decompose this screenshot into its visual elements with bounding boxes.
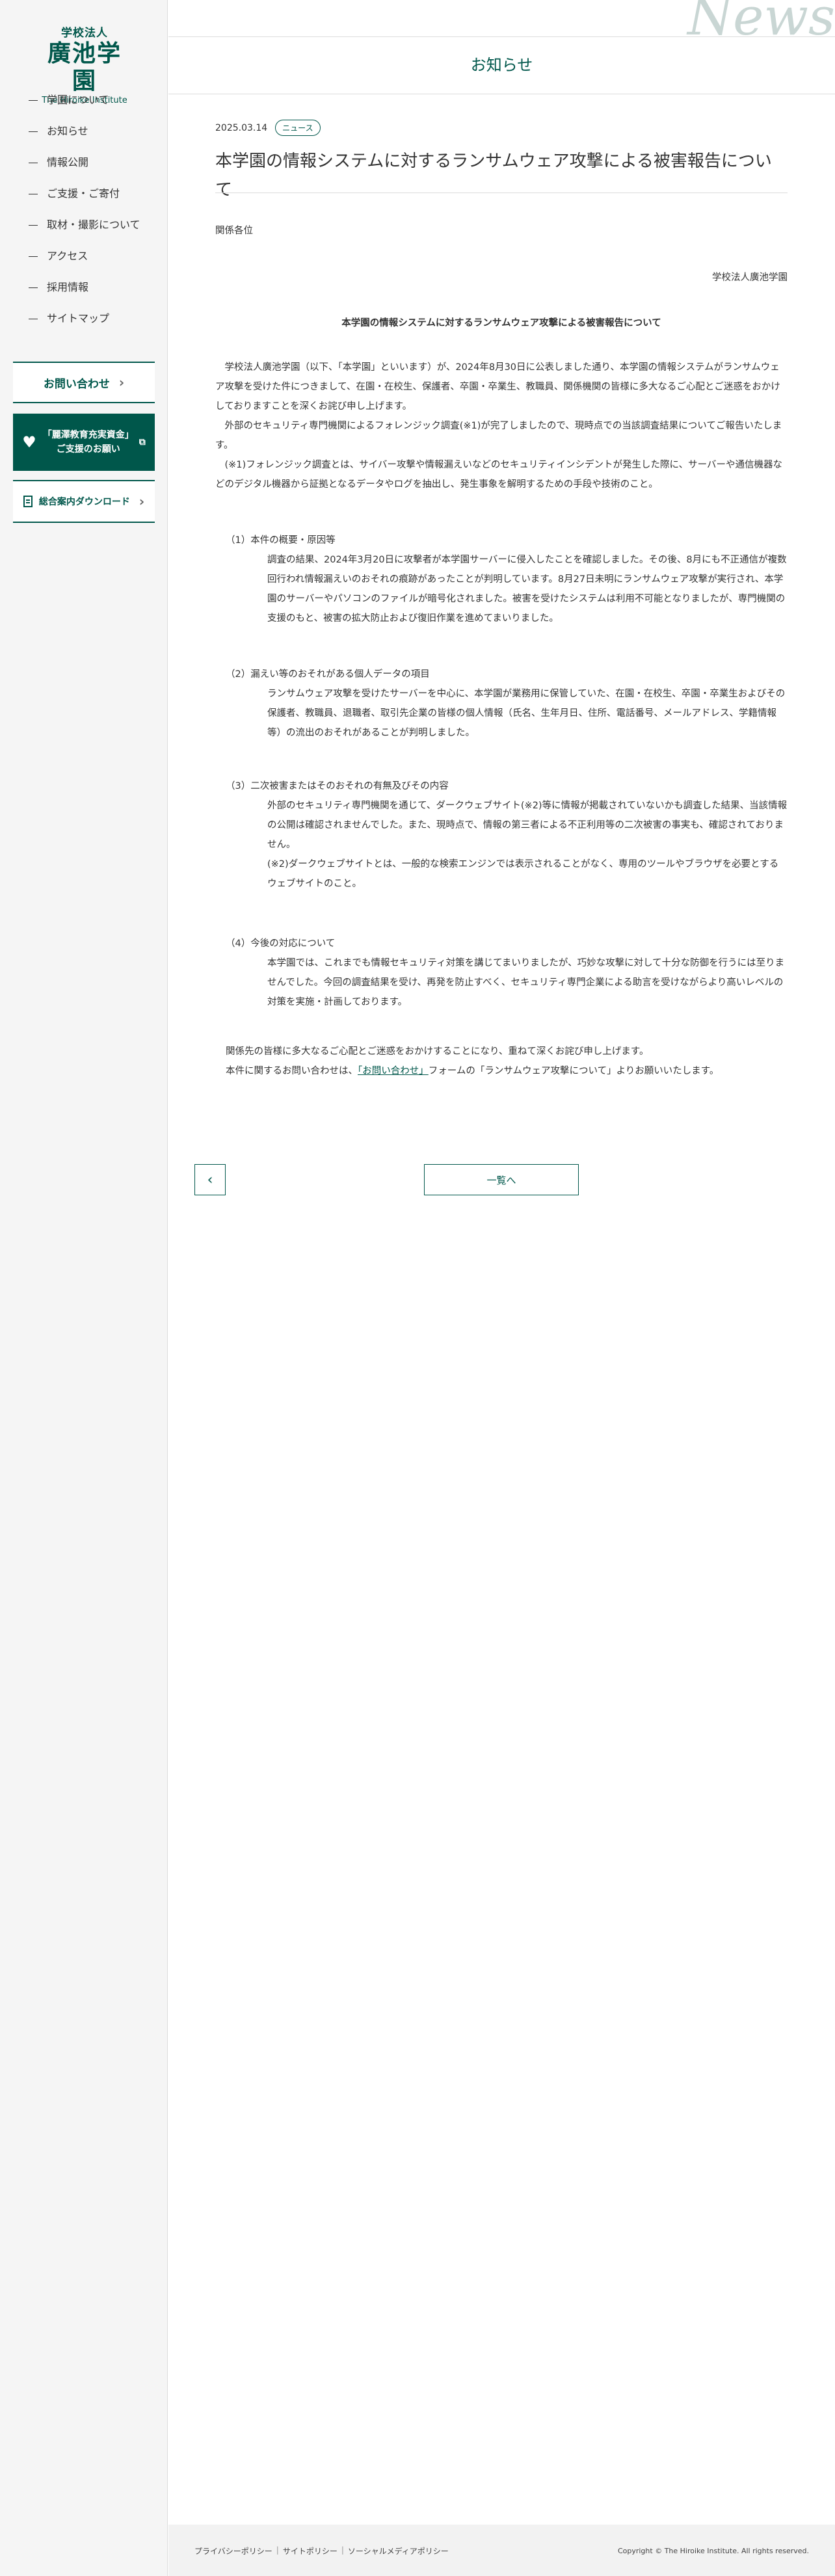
footer-separator: |	[341, 2545, 344, 2555]
download-brochure-button[interactable]: 総合案内ダウンロード ›	[13, 480, 155, 523]
section-overview: （1）本件の概要・原因等 調査の結果、2024年3月20日に攻撃者が本学園サーバ…	[226, 531, 788, 628]
back-to-list-button[interactable]: 一覧へ	[424, 1164, 579, 1195]
intro-paragraph: 外部のセキュリティ専門機関によるフォレンジック調査(※1)が完了しましたので、現…	[215, 421, 782, 451]
document-icon	[23, 496, 33, 507]
intro-paragraph: 学校法人廣池学園（以下、「本学園」といいます）が、2024年8月30日に公表しま…	[215, 362, 780, 412]
chevron-right-icon: ›	[118, 375, 125, 390]
donate-button[interactable]: ♥ 「麗澤教育充実資金」 ご支援のお願い ⧉	[13, 414, 155, 471]
main-content: News お知らせ 2025.03.14 ニュース 本学園の情報システムに対する…	[168, 0, 835, 2576]
nav-item-label: 学園について	[47, 94, 109, 106]
subject-heading: 本学園の情報システムに対するランサムウェア攻撃による被害報告について	[341, 318, 661, 328]
sender: 学校法人廣池学園	[712, 272, 788, 283]
donate-label-line2: ご支援のお願い	[56, 444, 120, 455]
section-data-items: （2）漏えい等のおそれがある個人データの項目 ランサムウェア攻撃を受けたサーバー…	[226, 665, 788, 743]
section-heading: （2）漏えい等のおそれがある個人データの項目	[226, 669, 430, 680]
section-body: 本学園では、これまでも情報セキュリティ対策を講じてまいりましたが、巧妙な攻撃に対…	[267, 958, 785, 1007]
section-body: ランサムウェア攻撃を受けたサーバーを中心に、本学園が業務用に保管していた、在園・…	[267, 689, 786, 738]
inquiry-link[interactable]: 「お問い合わせ」	[358, 1066, 429, 1076]
article-title: 本学園の情報システムに対するランサムウェア攻撃による被害報告について	[215, 152, 772, 200]
footer: プライバシーポリシー | サイトポリシー | ソーシャルメディアポリシー Cop…	[168, 2525, 835, 2576]
nav-item-about[interactable]: 学園について	[29, 85, 159, 116]
nav-item-sitemap[interactable]: サイトマップ	[29, 303, 159, 334]
page-heading: お知らせ	[168, 36, 835, 94]
contact-button-label: お問い合わせ	[43, 377, 110, 391]
nav-item-news[interactable]: お知らせ	[29, 116, 159, 147]
nav-item-label: 情報公開	[47, 156, 89, 168]
dash-icon	[29, 131, 38, 132]
closing-paragraphs: 関係先の皆様に多大なるご心配とご迷惑をおかけすることになり、重ねて深くお詫び申し…	[226, 1042, 788, 1081]
nav-item-access[interactable]: アクセス	[29, 241, 159, 272]
sidebar-nav: 学園について お知らせ 情報公開 ご支援・ご寄付 取材・撮影について アクセス …	[29, 85, 159, 334]
footer-link-site-policy[interactable]: サイトポリシー	[283, 2545, 338, 2556]
nav-item-donation[interactable]: ご支援・ご寄付	[29, 178, 159, 209]
closing-inquiry-post: フォームの「ランサムウェア攻撃について」よりお願いいたします。	[428, 1066, 719, 1076]
closing-inquiry-pre: 本件に関するお問い合わせは、	[226, 1066, 358, 1076]
section-body: 調査の結果、2024年3月20日に攻撃者が本学園サーバーに侵入したことを確認しま…	[267, 555, 787, 624]
nav-item-label: サイトマップ	[47, 312, 110, 325]
donate-button-label: 「麗澤教育充実資金」 ご支援のお願い	[43, 428, 134, 457]
top-bar: News	[168, 0, 835, 43]
dash-icon	[29, 224, 38, 226]
section-future-response: （4）今後の対応について 本学園では、これまでも情報セキュリティ対策を講じてまい…	[226, 934, 788, 1012]
dash-icon	[29, 256, 38, 257]
section-body: 外部のセキュリティ専門機関を通じて、ダークウェブサイト(※2)等に情報が掲載され…	[267, 801, 788, 850]
nav-item-label: ご支援・ご寄付	[47, 187, 120, 200]
nav-item-recruit[interactable]: 採用情報	[29, 272, 159, 303]
article-date: 2025.03.14	[215, 122, 268, 133]
nav-item-label: 取材・撮影について	[47, 219, 140, 231]
sidebar: 学校法人 廣池学園 The Hiroike Institute 学園について お…	[0, 0, 168, 2576]
footer-link-social-policy[interactable]: ソーシャルメディアポリシー	[348, 2545, 449, 2556]
footer-links: プライバシーポリシー | サイトポリシー | ソーシャルメディアポリシー	[194, 2545, 449, 2556]
section-note: (※2)ダークウェブサイトとは、一般的な検索エンジンでは表示されることがなく、専…	[267, 859, 779, 889]
closing-inquiry: 本件に関するお問い合わせは、「お問い合わせ」フォームの「ランサムウェア攻撃につい…	[226, 1061, 788, 1081]
nav-item-press[interactable]: 取材・撮影について	[29, 209, 159, 241]
dash-icon	[29, 100, 38, 101]
footer-separator: |	[276, 2545, 279, 2555]
section-secondary-damage: （3）二次被害またはそのおそれの有無及びその内容 外部のセキュリティ専門機関を通…	[226, 777, 788, 894]
intro-paragraphs: 学校法人廣池学園（以下、「本学園」といいます）が、2024年8月30日に公表しま…	[215, 358, 788, 494]
copyright: Copyright © The Hiroike Institute. All r…	[617, 2547, 809, 2555]
section-heading: （4）今後の対応について	[226, 938, 336, 949]
donate-label-line1: 「麗澤教育充実資金」	[42, 430, 134, 440]
dash-icon	[29, 287, 38, 288]
closing-apology: 関係先の皆様に多大なるご心配とご迷惑をおかけすることになり、重ねて深くお詫び申し…	[226, 1046, 649, 1057]
download-button-label: 総合案内ダウンロード	[38, 497, 130, 507]
nav-item-label: お知らせ	[47, 125, 88, 137]
category-tag[interactable]: ニュース	[275, 120, 321, 136]
nav-item-label: 採用情報	[47, 281, 89, 293]
contact-button[interactable]: お問い合わせ ›	[13, 362, 155, 403]
chevron-right-icon: ›	[139, 494, 145, 509]
chevron-left-icon: ‹	[207, 1171, 213, 1188]
external-link-icon: ⧉	[139, 437, 146, 447]
addressee: 関係各位	[215, 226, 253, 236]
intro-paragraph: (※1)フォレンジック調査とは、サイバー攻撃や情報漏えいなどのセキュリティインシ…	[215, 460, 782, 490]
nav-item-disclosure[interactable]: 情報公開	[29, 147, 159, 178]
footer-link-privacy[interactable]: プライバシーポリシー	[194, 2545, 272, 2556]
nav-item-label: アクセス	[47, 250, 88, 262]
logo-top-text: 学校法人	[61, 27, 108, 40]
section-heading: （1）本件の概要・原因等	[226, 535, 336, 546]
heart-icon: ♥	[22, 433, 36, 451]
prev-article-button[interactable]: ‹	[194, 1164, 226, 1195]
article-meta: 2025.03.14 ニュース	[215, 120, 321, 136]
section-heading: （3）二次被害またはそのおそれの有無及びその内容	[226, 781, 449, 791]
back-to-list-label: 一覧へ	[486, 1174, 516, 1186]
